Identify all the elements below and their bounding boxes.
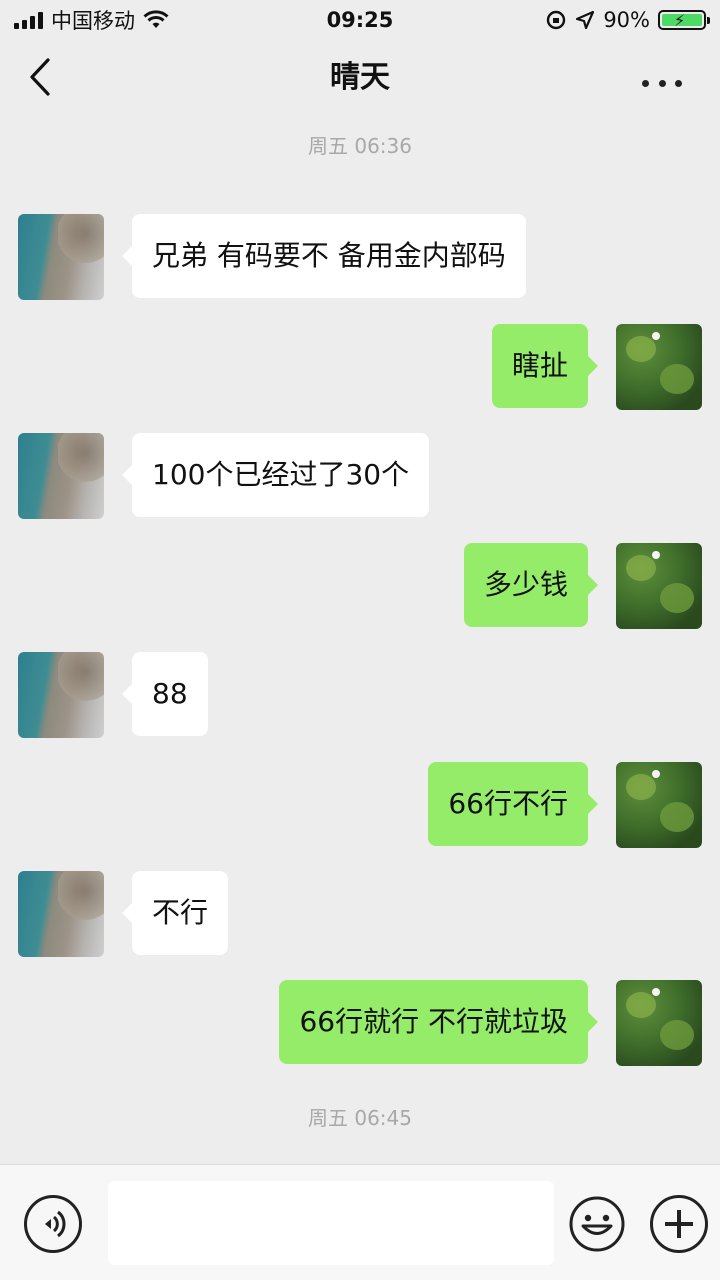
message-input[interactable] bbox=[108, 1181, 554, 1265]
chat-header: 晴天 bbox=[0, 40, 720, 120]
plus-icon[interactable] bbox=[650, 1195, 708, 1253]
battery-percent: 90% bbox=[603, 8, 650, 32]
message-bubble-received[interactable]: 88 bbox=[122, 652, 208, 736]
message-bubble-received[interactable]: 100个已经过了30个 bbox=[121, 433, 430, 517]
message-bubble-received[interactable]: 不行 bbox=[121, 871, 229, 955]
message-bubble-received[interactable]: 兄弟 有码要不 备用金内部码 bbox=[122, 214, 526, 298]
location-icon bbox=[576, 10, 595, 30]
avatar[interactable] bbox=[18, 214, 104, 300]
emoji-icon[interactable] bbox=[568, 1195, 626, 1253]
more-dots-icon[interactable] bbox=[642, 68, 682, 98]
orientation-lock-icon bbox=[547, 10, 566, 30]
voice-icon[interactable] bbox=[24, 1195, 82, 1253]
status-bar: 中国移动 09:25 90% ⚡ bbox=[0, 0, 720, 40]
message-bubble-sent[interactable]: 瞎扯 bbox=[491, 324, 599, 408]
message-timestamp: 周五 06:45 bbox=[308, 1106, 412, 1130]
avatar[interactable] bbox=[616, 762, 702, 848]
avatar[interactable] bbox=[616, 980, 702, 1066]
chat-title: 晴天 bbox=[330, 60, 390, 95]
input-bar bbox=[0, 1164, 720, 1280]
message-timestamp: 周五 06:36 bbox=[308, 134, 412, 158]
avatar[interactable] bbox=[616, 324, 702, 410]
message-bubble-sent[interactable]: 多少钱 bbox=[463, 543, 599, 627]
message-bubble-sent[interactable]: 66行就行 不行就垃圾 bbox=[279, 980, 598, 1064]
message-bubble-sent[interactable]: 66行不行 bbox=[428, 762, 598, 846]
avatar[interactable] bbox=[18, 652, 104, 738]
avatar[interactable] bbox=[18, 871, 104, 957]
avatar[interactable] bbox=[616, 543, 702, 629]
avatar[interactable] bbox=[18, 433, 104, 519]
battery-icon: ⚡ bbox=[658, 10, 710, 30]
